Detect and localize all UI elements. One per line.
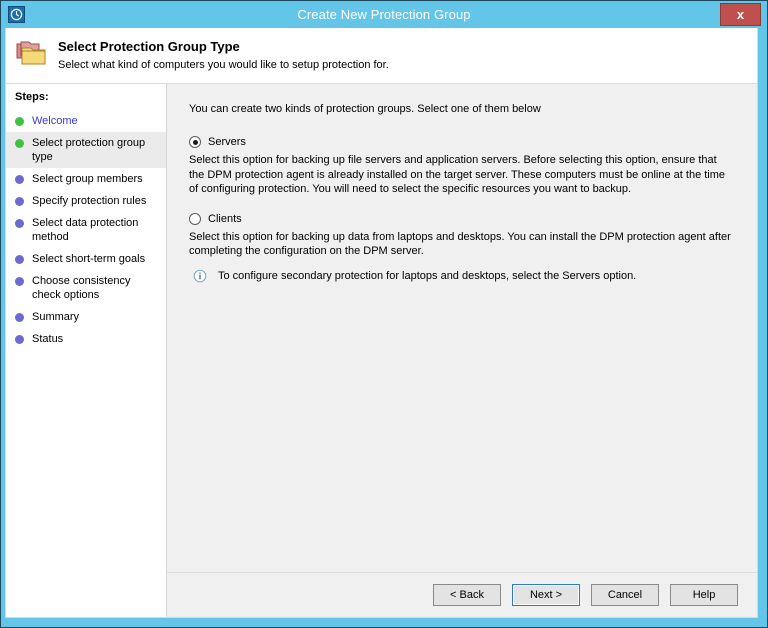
sidebar-step[interactable]: Summary [6, 306, 166, 328]
sidebar-step[interactable]: Welcome [6, 110, 166, 132]
step-bullet-icon [15, 219, 24, 228]
sidebar-step[interactable]: Select group members [6, 168, 166, 190]
step-label: Select protection group type [32, 136, 160, 164]
banner-subtitle: Select what kind of computers you would … [58, 57, 389, 73]
cancel-button[interactable]: Cancel [591, 584, 659, 606]
option-clients: Clients Select this option for backing u… [189, 213, 735, 259]
close-button[interactable]: x [720, 3, 761, 26]
sidebar-step[interactable]: Select data protection method [6, 212, 166, 248]
step-label: Status [32, 332, 63, 346]
sidebar-step[interactable]: Specify protection rules [6, 190, 166, 212]
radio-row-clients[interactable]: Clients [189, 213, 735, 225]
wizard-banner: Select Protection Group Type Select what… [6, 28, 757, 83]
radio-label-servers: Servers [208, 136, 246, 148]
steps-heading: Steps: [6, 91, 166, 110]
radio-row-servers[interactable]: Servers [189, 136, 735, 148]
window-title: Create New Protection Group [1, 7, 767, 22]
dialog-client-area: Select Protection Group Type Select what… [5, 28, 758, 618]
option-description-clients: Select this option for backing up data f… [189, 230, 735, 259]
dialog-button-bar: < Back Next > Cancel Help [167, 572, 757, 617]
step-bullet-icon [15, 277, 24, 286]
sidebar-step[interactable]: Status [6, 328, 166, 350]
dialog-body: Steps: Welcome Select protection group ty… [6, 83, 757, 617]
protection-group-folders-icon [6, 36, 58, 70]
recovery-clock-icon [8, 6, 25, 23]
step-label: Select data protection method [32, 216, 160, 244]
content-pane: You can create two kinds of protection g… [167, 84, 757, 617]
help-button[interactable]: Help [670, 584, 738, 606]
radio-clients[interactable] [189, 213, 201, 225]
info-note: To configure secondary protection for la… [189, 269, 735, 284]
sidebar-step[interactable]: Choose consistency check options [6, 270, 166, 306]
next-button[interactable]: Next > [512, 584, 580, 606]
banner-title: Select Protection Group Type [58, 38, 389, 55]
dialog-window: Create New Protection Group x Select Pro… [0, 0, 768, 628]
radio-label-clients: Clients [208, 213, 242, 225]
step-label: Choose consistency check options [32, 274, 160, 302]
back-button[interactable]: < Back [433, 584, 501, 606]
title-bar: Create New Protection Group x [1, 1, 767, 28]
sidebar-step[interactable]: Select protection group type [6, 132, 166, 168]
option-description-servers: Select this option for backing up file s… [189, 153, 735, 197]
step-bullet-icon [15, 335, 24, 344]
intro-text: You can create two kinds of protection g… [189, 102, 735, 117]
step-bullet-icon [15, 255, 24, 264]
step-bullet-icon [15, 313, 24, 322]
step-bullet-icon [15, 139, 24, 148]
steps-sidebar: Steps: Welcome Select protection group ty… [6, 84, 167, 617]
step-label: Select short-term goals [32, 252, 145, 266]
info-icon [193, 269, 207, 283]
step-label: Select group members [32, 172, 143, 186]
option-servers: Servers Select this option for backing u… [189, 136, 735, 197]
step-bullet-icon [15, 175, 24, 184]
step-label: Welcome [32, 114, 78, 128]
step-label: Summary [32, 310, 79, 324]
sidebar-step[interactable]: Select short-term goals [6, 248, 166, 270]
radio-servers[interactable] [189, 136, 201, 148]
step-bullet-icon [15, 197, 24, 206]
step-label: Specify protection rules [32, 194, 146, 208]
step-bullet-icon [15, 117, 24, 126]
info-note-text: To configure secondary protection for la… [218, 269, 636, 284]
steps-list: Welcome Select protection group type Selec… [6, 110, 166, 350]
